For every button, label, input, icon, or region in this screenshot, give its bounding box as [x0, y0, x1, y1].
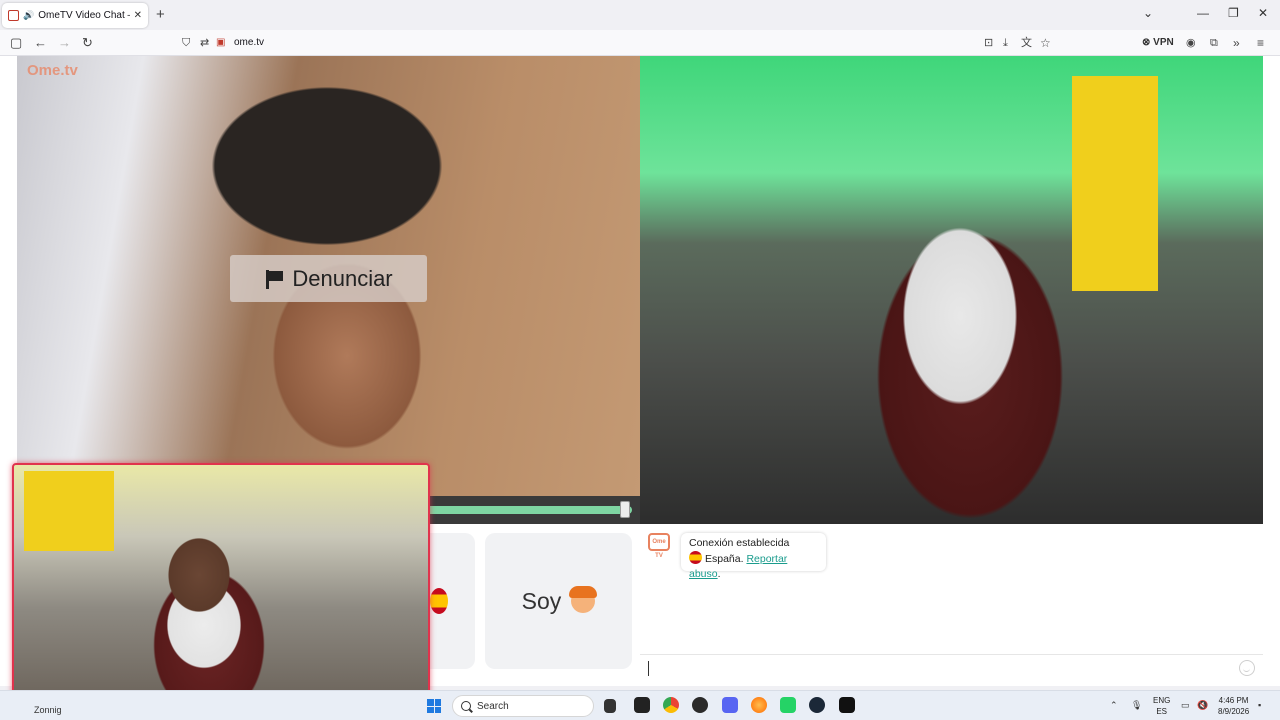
clock-time: 4:46 PM [1218, 696, 1249, 705]
flag-icon [264, 269, 284, 289]
sidebar-toggle-icon[interactable]: ▢ [10, 35, 22, 51]
back-arrow-icon[interactable]: ← [34, 35, 47, 51]
bookmark-star-icon[interactable]: ☆ [1040, 35, 1051, 51]
permissions-icon[interactable]: ⇄ [200, 35, 209, 51]
new-tab-button[interactable]: + [156, 6, 165, 23]
clock-date: 8/9/2026 [1218, 707, 1250, 716]
spain-flag-small-icon [689, 551, 702, 564]
chat-message-input[interactable] [640, 654, 1263, 682]
discord-icon[interactable] [722, 697, 738, 713]
chrome-icon[interactable] [663, 697, 679, 713]
taskbar: Zonnig Search ⌃ 🎙 ENG ES ▭ 🔇 4:46 PM 8/9… [0, 690, 1280, 720]
task-view-icon[interactable] [604, 699, 616, 713]
tab-title: OmeTV Video Chat — Ome [38, 10, 129, 21]
restore-button[interactable]: ❐ [1228, 6, 1239, 20]
spain-flag-icon [429, 588, 448, 614]
report-button[interactable]: Denunciar [230, 255, 427, 302]
minimize-button[interactable]: — [1197, 6, 1209, 20]
vpn-label: VPN [1153, 37, 1174, 48]
browser-tabbar: 🔊 OmeTV Video Chat — Ome ✕ + ⌄ — ❐ ✕ [0, 0, 1280, 30]
vpn-button[interactable]: ⊗ VPN [1142, 37, 1174, 48]
volume-slider-handle[interactable] [620, 501, 630, 518]
extensions-icon[interactable]: ⧉ [1210, 35, 1218, 51]
microphone-icon[interactable]: 🎙 [1131, 700, 1142, 711]
gender-filter-label: Soy [521, 587, 562, 614]
screenshot-icon[interactable]: ⊡ [984, 35, 993, 51]
language-bottom: ES [1156, 707, 1167, 716]
connection-status-text: Conexión establecida [689, 537, 790, 549]
account-icon[interactable]: ◉ [1186, 35, 1196, 51]
text-caret [648, 661, 649, 676]
boy-emoji-icon [569, 586, 598, 613]
own-camera-video [640, 56, 1263, 524]
search-placeholder: Search [477, 700, 509, 712]
ometv-logo: Ome.tv [27, 62, 78, 79]
menu-icon[interactable]: ≡ [1257, 35, 1264, 51]
country-line: España. Reportar abuso. [689, 551, 818, 582]
forward-arrow-icon[interactable]: → [58, 35, 71, 51]
weather-label[interactable]: Zonnig [34, 705, 62, 715]
country-name: España. [705, 553, 744, 565]
self-preview-cabinet [24, 471, 114, 551]
app-icon-1[interactable] [634, 697, 650, 713]
emoji-picker-icon[interactable] [1239, 660, 1255, 676]
network-icon[interactable]: ▭ [1181, 700, 1190, 711]
background-cabinet [1072, 76, 1158, 291]
tab-close-icon[interactable]: ✕ [134, 10, 142, 21]
shield-icon[interactable]: ⛉ [182, 35, 190, 51]
save-to-pocket-icon[interactable]: ⤓ [1003, 35, 1008, 51]
volume-muted-icon[interactable]: 🔇 [1197, 700, 1208, 711]
browser-navbar: ▢ ← → ↻ ⛉ ⇄ ▣ ome.tv ⊡ ⤓ 文 ☆ ⊗ VPN ◉ ⧉ »… [0, 30, 1280, 56]
tab-ometv[interactable]: 🔊 OmeTV Video Chat — Ome ✕ [2, 3, 148, 28]
firefox-icon[interactable] [751, 697, 767, 713]
app-icon-8[interactable] [839, 697, 855, 713]
ometv-chat-logo-icon: Ome TV [648, 533, 670, 559]
speaker-icon[interactable]: 🔊 [23, 10, 34, 21]
app-icon-3[interactable] [692, 697, 708, 713]
url-field[interactable]: ome.tv [234, 37, 264, 48]
windows-start-icon[interactable] [427, 699, 441, 713]
stranger-video: Ome.tv Denunciar [17, 56, 640, 524]
steam-icon[interactable] [809, 697, 825, 713]
whatsapp-icon[interactable] [780, 697, 796, 713]
notifications-icon[interactable]: ▪ [1258, 700, 1261, 710]
self-preview-overlay[interactable] [12, 463, 430, 705]
language-indicator[interactable]: ENG ES [1153, 695, 1170, 717]
search-icon [461, 701, 471, 711]
taskbar-search[interactable]: Search [452, 695, 594, 717]
overflow-chevron-icon[interactable]: » [1233, 35, 1240, 51]
report-link-period: . [717, 568, 721, 580]
tab-list-dropdown-icon[interactable]: ⌄ [1143, 6, 1153, 20]
chat-panel: Ome TV Conexión establecida España. Repo… [640, 524, 1263, 686]
language-top: ENG [1153, 696, 1171, 705]
volume-slider-track[interactable] [420, 506, 632, 514]
ometv-favicon-icon [8, 10, 19, 21]
close-window-button[interactable]: ✕ [1258, 6, 1268, 20]
reload-icon[interactable]: ↻ [82, 35, 93, 51]
taskbar-clock[interactable]: 4:46 PM 8/9/2026 [1218, 695, 1249, 717]
tray-overflow-icon[interactable]: ⌃ [1110, 700, 1118, 711]
camera-icon[interactable]: ▣ [216, 35, 225, 51]
gender-filter-card[interactable]: Soy [485, 533, 632, 669]
system-message: Conexión establecida España. Reportar ab… [681, 533, 826, 580]
ometv-page: Ome.tv Denunciar Soy Ome TV Conexión est… [0, 56, 1280, 705]
report-button-label: Denunciar [292, 265, 393, 291]
translate-icon[interactable]: 文 [1021, 35, 1032, 51]
